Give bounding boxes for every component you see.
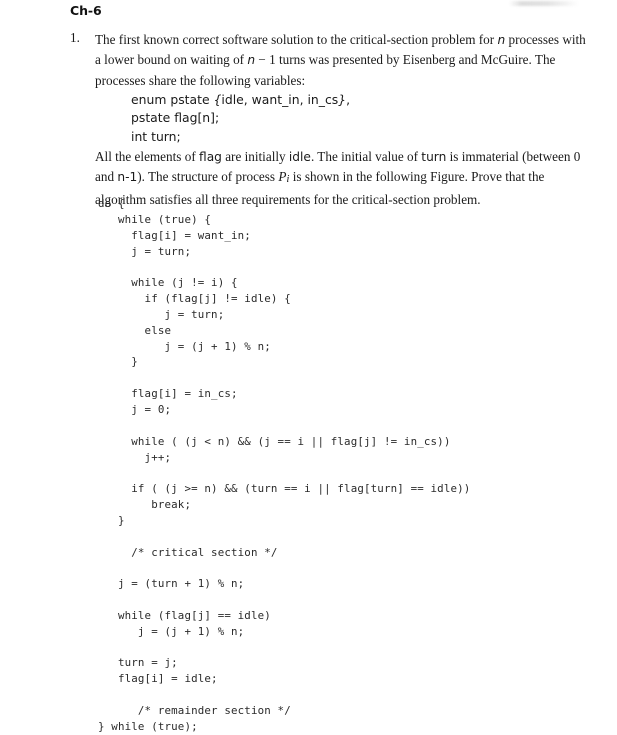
para2-text-e: ). The structure of process bbox=[137, 169, 279, 185]
para1-text-a: The first known correct software solutio… bbox=[95, 32, 498, 47]
term-flag: flag bbox=[199, 149, 222, 164]
code-line: flag[i] = in_cs; bbox=[98, 387, 238, 401]
para2-text-b: are initially bbox=[221, 148, 289, 164]
code-line: j = (j + 1) % n; bbox=[98, 624, 245, 638]
variable-declarations: enum pstate {idle, want_in, in_cs}, psta… bbox=[131, 91, 590, 146]
enum-items: idle, want_in, in_cs bbox=[221, 92, 339, 108]
code-line: j = (turn + 1) % n; bbox=[98, 577, 245, 591]
code-line: while (true) { bbox=[98, 212, 212, 226]
term-n-minus-1: n-1 bbox=[117, 170, 138, 185]
code-line: do { bbox=[98, 197, 125, 210]
para2-text-a: All the elements of bbox=[95, 148, 200, 164]
problem-body: The first known correct software solutio… bbox=[95, 30, 590, 209]
code-line: j = 0; bbox=[98, 402, 172, 416]
declaration-flag-array: pstate flag[n]; bbox=[131, 110, 220, 126]
code-line: /* critical section */ bbox=[98, 545, 278, 559]
code-line: if ( (j >= n) && (turn == i || flag[turn… bbox=[98, 482, 471, 496]
term-turn: turn bbox=[421, 149, 447, 164]
declaration-enum-pstate: enum pstate {idle, want_in, in_cs}, bbox=[131, 91, 590, 109]
code-line: turn = j; bbox=[98, 656, 178, 670]
document-page: Ch-6 1. The first known correct software… bbox=[0, 0, 617, 733]
code-line: j = turn; bbox=[98, 307, 225, 321]
code-line: while (j != i) { bbox=[98, 276, 238, 290]
code-line: break; bbox=[98, 498, 192, 512]
code-line: } bbox=[98, 513, 125, 527]
code-line: while ( (j < n) && (j == i || flag[j] !=… bbox=[98, 434, 451, 448]
code-line: if (flag[j] != idle) { bbox=[98, 292, 291, 306]
code-line: j = turn; bbox=[98, 244, 192, 258]
code-line: } while (true); bbox=[98, 719, 198, 733]
page-title: Ch-6 bbox=[70, 3, 102, 18]
code-line: flag[i] = want_in; bbox=[98, 228, 251, 242]
scan-artifact bbox=[509, 1, 579, 6]
code-line: j = (j + 1) % n; bbox=[98, 339, 271, 353]
enum-terminator: , bbox=[346, 92, 351, 108]
declaration-turn: int turn; bbox=[131, 128, 181, 144]
variable-n-inline-2: n bbox=[247, 53, 256, 68]
para2-text-c: . The initial value of bbox=[310, 148, 422, 164]
code-line: while (flag[j] == idle) bbox=[98, 608, 271, 622]
code-line: flag[i] = idle; bbox=[98, 672, 218, 686]
code-line: else bbox=[98, 323, 172, 337]
problem-item: 1. The first known correct software solu… bbox=[70, 30, 590, 209]
enum-prefix: enum pstate bbox=[131, 92, 214, 108]
code-line: /* remainder section */ bbox=[98, 704, 291, 717]
problem-number: 1. bbox=[70, 30, 80, 45]
code-line: } bbox=[98, 355, 138, 369]
brace-close: } bbox=[338, 92, 347, 108]
problem-paragraph-1: The first known correct software solutio… bbox=[95, 30, 590, 90]
code-line: j++; bbox=[98, 450, 172, 464]
code-listing: do { while (true) { flag[i] = want_in; j… bbox=[98, 196, 470, 735]
term-idle: idle bbox=[288, 149, 311, 164]
